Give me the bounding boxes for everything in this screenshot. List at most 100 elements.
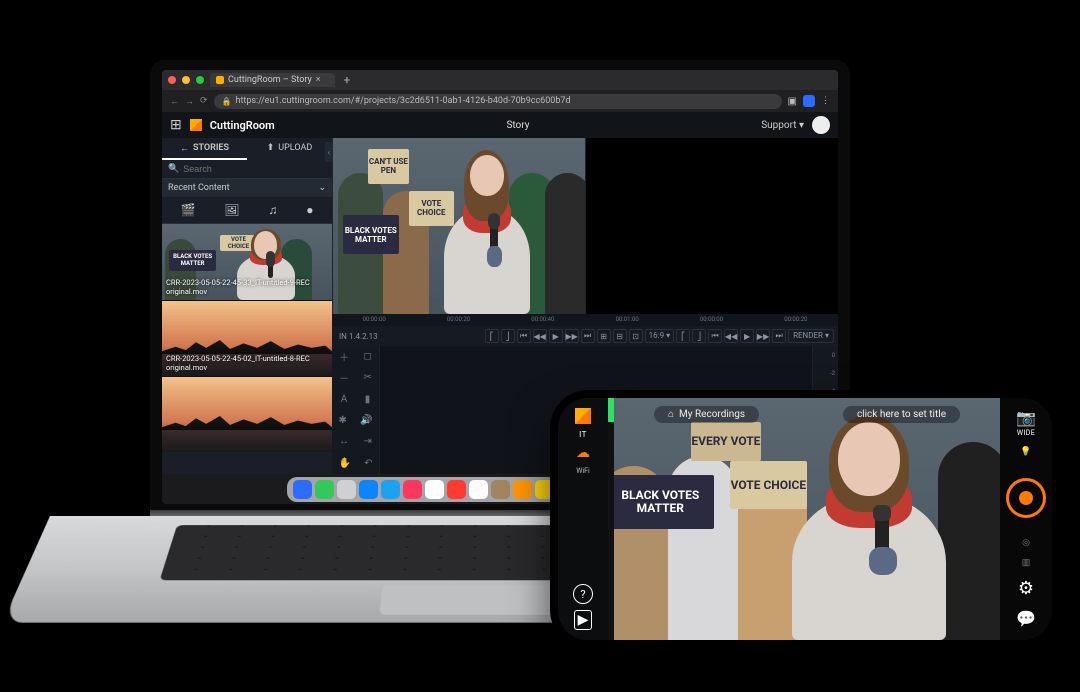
- dock-app-icon[interactable]: [469, 480, 488, 499]
- cloud-icon[interactable]: ☁: [576, 445, 590, 461]
- step-back-icon[interactable]: ◀◀: [533, 329, 547, 343]
- extensions-icon[interactable]: ▣: [788, 96, 797, 107]
- dock-app-icon[interactable]: [381, 480, 400, 499]
- traffic-min-icon[interactable]: [182, 76, 190, 84]
- filter-audio-icon[interactable]: ♫: [268, 203, 277, 217]
- traffic-max-icon[interactable]: [196, 76, 204, 84]
- filter-image-icon[interactable]: 🖼: [224, 203, 239, 217]
- mark-out-2-icon[interactable]: ⎦: [692, 329, 706, 343]
- dock-app-icon[interactable]: [425, 480, 444, 499]
- page-title: Story: [283, 120, 753, 131]
- browser-menu-icon[interactable]: ⋮: [821, 96, 830, 106]
- tool-walk-icon[interactable]: ✱: [339, 415, 347, 426]
- nav-back-icon[interactable]: ←: [170, 96, 179, 107]
- play-2-icon[interactable]: ▶: [740, 329, 754, 343]
- camera-flip-button[interactable]: 📷 WIDE: [1016, 408, 1036, 437]
- phone-app-logo-icon: [575, 408, 591, 424]
- dock-app-icon[interactable]: [359, 480, 378, 499]
- render-button[interactable]: RENDER ▾: [788, 329, 834, 343]
- support-button[interactable]: Support ▾: [761, 120, 804, 131]
- source-viewer[interactable]: ‹ CAN'T USE PEN VOTE CHOICE BLACK VOTES …: [332, 138, 585, 314]
- skip-fwd-icon[interactable]: ⏭: [581, 329, 595, 343]
- skip-fwd-2-icon[interactable]: ⏭: [772, 329, 786, 343]
- collapse-sidebar-button[interactable]: ‹: [325, 142, 333, 162]
- tool-text-icon[interactable]: A: [341, 394, 348, 405]
- program-viewer[interactable]: [585, 138, 838, 314]
- light-icon[interactable]: 💡: [1020, 447, 1031, 457]
- playback-icon[interactable]: ▶: [574, 610, 593, 630]
- aspect-ratio-dropdown[interactable]: 16:9 ▾: [645, 329, 674, 343]
- help-icon[interactable]: ?: [573, 584, 593, 604]
- step-back-2-icon[interactable]: ◀◀: [724, 329, 738, 343]
- lock-icon: 🔒: [222, 97, 232, 106]
- url-field[interactable]: 🔒 https://eu1.cuttingroom.com/#/projects…: [214, 94, 782, 109]
- recent-content-dropdown[interactable]: Recent Content ⌄: [162, 179, 332, 197]
- tool-select-icon[interactable]: ◻: [364, 351, 372, 362]
- nav-fwd-icon[interactable]: →: [185, 96, 194, 107]
- transport-controls: IN 1.4.2.13 ⎡ ⎦ ⏮ ◀◀ ▶ ▶▶ ⏭: [332, 326, 838, 346]
- filter-video-icon[interactable]: 🎬: [180, 203, 195, 217]
- camera-viewfinder[interactable]: EVERY VOTE BLACK VOTES MATTER VOTE CHOIC…: [614, 398, 1000, 640]
- upload-icon: ⬆: [267, 143, 275, 153]
- tool-marker-icon[interactable]: ▮: [365, 394, 371, 405]
- zoom-in-icon[interactable]: ＋: [339, 349, 349, 364]
- dock-app-icon[interactable]: [491, 480, 510, 499]
- my-recordings-button[interactable]: ⌂ My Recordings: [654, 406, 759, 423]
- app-name: CuttingRoom: [210, 119, 275, 132]
- in-timecode-field[interactable]: IN 1.4.2.13: [336, 332, 381, 341]
- record-button[interactable]: [1006, 478, 1046, 518]
- mark-in-icon[interactable]: ⎡: [485, 329, 499, 343]
- step-fwd-2-icon[interactable]: ▶▶: [756, 329, 770, 343]
- chat-icon[interactable]: 💬: [1016, 609, 1036, 628]
- skip-back-2-icon[interactable]: ⏮: [708, 329, 722, 343]
- overwrite-icon[interactable]: ⊟: [613, 329, 627, 343]
- sidebar-tab-stories[interactable]: ← STORIES: [162, 138, 247, 160]
- chevron-down-icon: ⌄: [318, 183, 326, 193]
- clip-item[interactable]: CRR-2023-05-05-22-45-02_IT-untitled-8-RE…: [162, 300, 332, 376]
- search-input[interactable]: [183, 164, 326, 174]
- browser-tab[interactable]: CuttingRoom – Story ×: [210, 73, 335, 87]
- sidebar-tab-upload[interactable]: ⬆ UPLOAD: [247, 138, 332, 160]
- sidebar-tabs: ← STORIES ⬆ UPLOAD: [162, 138, 332, 160]
- mark-in-2-icon[interactable]: ⎡: [676, 329, 690, 343]
- dock-app-icon[interactable]: [337, 480, 356, 499]
- dock-app-icon[interactable]: [403, 480, 422, 499]
- zoom-out-icon[interactable]: －: [339, 370, 349, 385]
- app-grid-icon[interactable]: ⊞: [170, 117, 182, 133]
- dock-app-icon[interactable]: [447, 480, 466, 499]
- clip-item[interactable]: [162, 376, 332, 452]
- set-title-button[interactable]: click here to set title: [843, 406, 960, 423]
- tab-add-button[interactable]: +: [341, 73, 354, 87]
- skip-back-icon[interactable]: ⏮: [517, 329, 531, 343]
- traffic-close-icon[interactable]: [168, 76, 176, 84]
- tool-vol-icon[interactable]: 🔊: [360, 415, 372, 426]
- phone-screen: IT ☁ WiFi ? ▶ EVERY VOTE BLACK VOTES MAT…: [558, 398, 1052, 640]
- tool-hand-icon[interactable]: ✋: [339, 458, 351, 469]
- settings-sliders-icon[interactable]: ⚙: [1018, 578, 1034, 599]
- step-fwd-icon[interactable]: ▶▶: [565, 329, 579, 343]
- tab-close-icon[interactable]: ×: [316, 75, 321, 85]
- insert-icon[interactable]: ⊞: [597, 329, 611, 343]
- play-icon[interactable]: ▶: [549, 329, 563, 343]
- tool-undo-icon[interactable]: ↶: [364, 458, 372, 469]
- clip-item[interactable]: BLACK VOTES MATTER VOTE CHOICE CRR-2023-…: [162, 224, 332, 300]
- timecode-strip: 00:00:0000:00:20 00:00:4000:01:00 00:00:…: [332, 314, 838, 326]
- tool-blade-icon[interactable]: ✂: [363, 372, 371, 383]
- tool-slip-icon[interactable]: ↔: [339, 436, 349, 447]
- nav-reload-icon[interactable]: ⟳: [200, 96, 208, 106]
- phone-device: IT ☁ WiFi ? ▶ EVERY VOTE BLACK VOTES MAT…: [550, 390, 1060, 648]
- filter-mic-icon[interactable]: ●: [306, 203, 313, 217]
- sidebar: ← STORIES ⬆ UPLOAD 🔍 Recent Content: [162, 138, 332, 474]
- mark-out-icon[interactable]: ⎦: [501, 329, 515, 343]
- browser-addressbar: ← → ⟳ 🔒 https://eu1.cuttingroom.com/#/pr…: [162, 90, 838, 112]
- dock-app-icon[interactable]: [513, 480, 532, 499]
- append-icon[interactable]: ⊡: [629, 329, 643, 343]
- avatar[interactable]: [812, 116, 830, 134]
- tool-trim-icon[interactable]: ⇥: [363, 436, 371, 447]
- dock-app-icon[interactable]: [315, 480, 334, 499]
- app-header: ⊞ CuttingRoom Story Support ▾: [162, 112, 838, 138]
- search-row: 🔍: [162, 160, 332, 179]
- dock-app-icon[interactable]: [293, 480, 312, 499]
- profile-icon[interactable]: [803, 95, 815, 107]
- chevron-down-icon: ▾: [666, 331, 670, 340]
